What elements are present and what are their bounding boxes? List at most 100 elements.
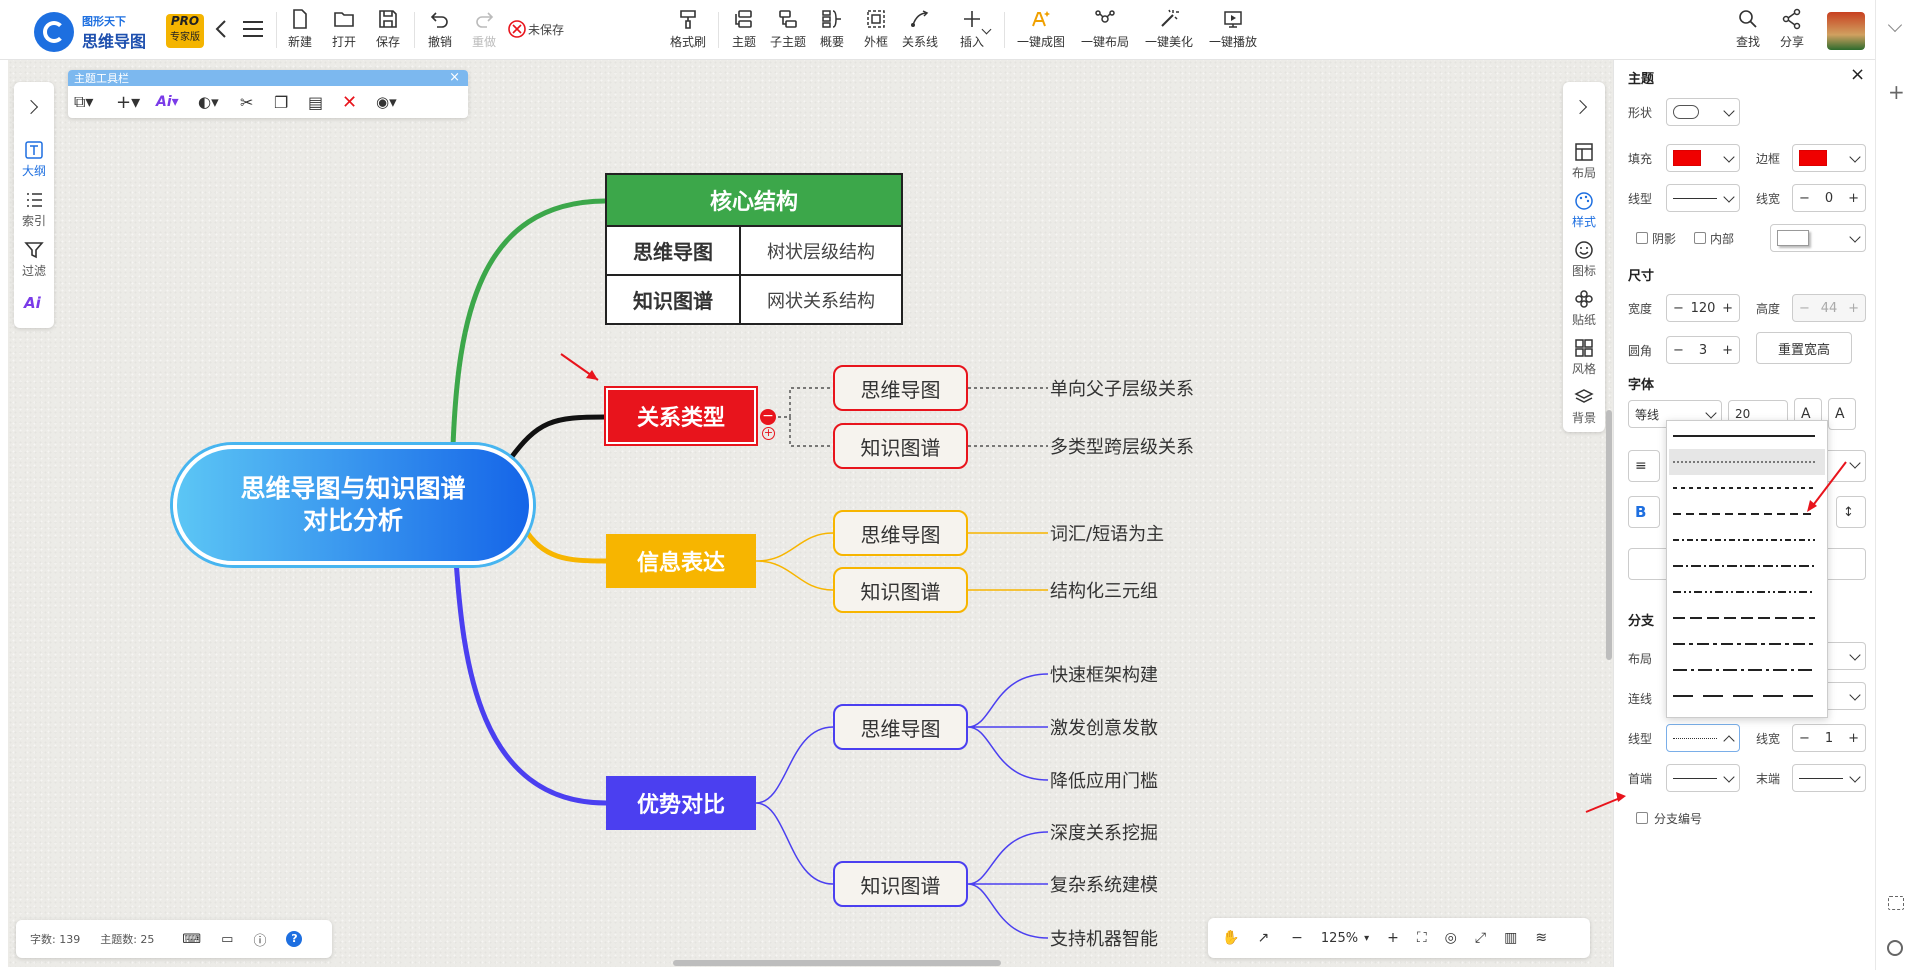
- one-click-generate-button[interactable]: 一键成图: [1014, 8, 1068, 54]
- hand-icon[interactable]: ✋: [1222, 930, 1239, 946]
- summary-button[interactable]: 概要: [816, 8, 848, 54]
- ai-icon[interactable]: Ai▾: [156, 94, 198, 110]
- copy-style-icon[interactable]: ⧉▾: [74, 92, 116, 112]
- outline-tab[interactable]: 大纲: [14, 140, 54, 179]
- eye-icon[interactable]: ◉▾: [376, 93, 416, 111]
- ai-assistant-icon[interactable]: Ai: [24, 294, 41, 312]
- border-color-select[interactable]: [1792, 144, 1866, 172]
- scissors-icon[interactable]: ✂: [240, 93, 274, 112]
- leaf-topic[interactable]: 单向父子层级关系: [1050, 375, 1194, 401]
- add-icon[interactable]: +▾: [116, 92, 156, 113]
- one-click-layout-button[interactable]: 一键布局: [1078, 8, 1132, 54]
- screenshot-icon[interactable]: [1888, 896, 1904, 910]
- subtopic-button[interactable]: 子主题: [768, 8, 808, 54]
- layout-tab[interactable]: 布局: [1564, 142, 1604, 181]
- sticker-tab[interactable]: 贴纸: [1564, 289, 1604, 328]
- frame-button[interactable]: 外框: [860, 8, 892, 54]
- close-icon[interactable]: ×: [1850, 64, 1865, 85]
- leaf-topic[interactable]: 降低应用门槛: [1050, 767, 1158, 793]
- table-cell: 树状层级结构: [739, 225, 903, 276]
- palette-icon[interactable]: ◐▾: [198, 93, 240, 111]
- back-icon[interactable]: [214, 18, 230, 40]
- outline-view-icon[interactable]: ▭: [221, 932, 233, 947]
- find-button[interactable]: 查找: [1732, 8, 1764, 54]
- horizontal-scrollbar[interactable]: [673, 960, 1001, 966]
- share-button[interactable]: 分享: [1776, 8, 1808, 54]
- keyboard-icon[interactable]: ⌨: [182, 932, 201, 947]
- border-line-type-select[interactable]: [1666, 184, 1740, 212]
- shadow-checkbox[interactable]: [1636, 232, 1648, 244]
- branch-advantage-comparison[interactable]: 优势对比: [606, 776, 756, 830]
- open-button[interactable]: 打开: [328, 8, 360, 54]
- filter-tab[interactable]: 过滤: [14, 240, 54, 279]
- leaf-topic[interactable]: 多类型跨层级关系: [1050, 433, 1194, 459]
- branch-info-expression[interactable]: 信息表达: [606, 534, 756, 588]
- leaf-topic[interactable]: 支持机器智能: [1050, 925, 1158, 951]
- border-width-stepper[interactable]: −0 +: [1792, 184, 1866, 212]
- leaf-topic[interactable]: 复杂系统建模: [1050, 871, 1158, 897]
- save-button[interactable]: 保存: [372, 8, 404, 54]
- new-button[interactable]: 新建: [284, 8, 316, 54]
- avatar[interactable]: [1827, 12, 1865, 50]
- help-icon[interactable]: ?: [286, 931, 303, 947]
- copy-icon[interactable]: ❐: [274, 93, 308, 112]
- layout-panel-icon: [1575, 143, 1593, 161]
- close-icon[interactable]: ×: [449, 70, 460, 85]
- word-count: 字数: 139: [30, 933, 81, 946]
- undo-button[interactable]: 撤销: [424, 8, 456, 54]
- leaf-topic[interactable]: 结构化三元组: [1050, 577, 1158, 603]
- delete-icon[interactable]: ✕: [342, 92, 376, 113]
- subtopic-mindmap[interactable]: 思维导图: [833, 510, 968, 556]
- subtopic-mindmap[interactable]: 思维导图: [833, 704, 968, 750]
- one-click-beautify-button[interactable]: 一键美化: [1142, 8, 1196, 54]
- subtopic-knowledge-graph[interactable]: 知识图谱: [833, 861, 968, 907]
- zoom-dropdown-icon[interactable]: ▾: [1364, 933, 1369, 944]
- relation-line-button[interactable]: 关系线: [900, 8, 940, 54]
- pro-badge: PRO 专家版: [166, 14, 204, 48]
- icon-tab[interactable]: 图标: [1564, 240, 1604, 279]
- settings-icon[interactable]: [1887, 940, 1903, 956]
- fill-color-select[interactable]: [1666, 144, 1740, 172]
- scroll-chevron-icon[interactable]: [1887, 17, 1903, 33]
- subtopic-knowledge-graph[interactable]: 知识图谱: [833, 423, 968, 469]
- add-child-icon[interactable]: +: [762, 427, 775, 440]
- shape-select[interactable]: [1666, 98, 1740, 126]
- leaf-topic[interactable]: 快速框架构建: [1050, 661, 1158, 687]
- fit-screen-icon[interactable]: ⛶: [1417, 930, 1427, 946]
- paste-icon[interactable]: ▤: [308, 93, 342, 112]
- fullscreen-icon[interactable]: ⤢: [1475, 930, 1486, 946]
- subtopic-knowledge-graph[interactable]: 知识图谱: [833, 567, 968, 613]
- height-stepper[interactable]: −44 +: [1792, 294, 1866, 322]
- leaf-topic[interactable]: 词汇/短语为主: [1050, 520, 1164, 546]
- format-brush-button[interactable]: 格式刷: [668, 8, 708, 54]
- index-tab[interactable]: 索引: [14, 190, 54, 229]
- info-icon[interactable]: ⓘ: [253, 930, 266, 949]
- root-topic[interactable]: 思维导图与知识图谱 对比分析: [173, 445, 533, 565]
- mindmap-canvas[interactable]: 主题工具栏 × ⧉▾ +▾ Ai▾ ◐▾ ✂ ❐ ▤ ✕ ◉▾ 大纲 索引 过滤…: [8, 60, 1613, 967]
- redo-button[interactable]: 重做: [468, 8, 500, 54]
- style-tab[interactable]: 样式: [1564, 191, 1604, 230]
- branch-relation-type[interactable]: 关系类型: [606, 388, 756, 444]
- add-icon[interactable]: +: [1888, 80, 1905, 104]
- zoom-level[interactable]: 125%: [1321, 931, 1358, 946]
- subtopic-mindmap[interactable]: 思维导图: [833, 365, 968, 411]
- collapse-chevron-icon[interactable]: [1572, 99, 1588, 115]
- zoom-in-button[interactable]: +: [1387, 930, 1399, 946]
- width-stepper[interactable]: −120 +: [1666, 294, 1740, 322]
- connector-icon[interactable]: ↗: [1257, 930, 1269, 946]
- topic-toolbar-header[interactable]: 主题工具栏 ×: [68, 70, 468, 86]
- leaf-topic[interactable]: 深度关系挖掘: [1050, 819, 1158, 845]
- expand-chevron-icon[interactable]: [23, 99, 39, 115]
- collapse-toggle-icon[interactable]: −: [760, 409, 776, 425]
- center-icon[interactable]: ◎: [1445, 930, 1457, 946]
- layers-icon[interactable]: ≋: [1535, 930, 1547, 946]
- one-click-play-button[interactable]: 一键播放: [1206, 8, 1260, 54]
- inner-checkbox[interactable]: [1694, 232, 1706, 244]
- topic-button[interactable]: 主题: [728, 8, 760, 54]
- shadow-style-select[interactable]: [1770, 224, 1866, 252]
- menu-icon[interactable]: [242, 20, 264, 38]
- map-icon[interactable]: ▥: [1504, 930, 1517, 946]
- leaf-topic[interactable]: 激发创意发散: [1050, 714, 1158, 740]
- zoom-out-button[interactable]: −: [1291, 930, 1303, 946]
- core-structure-table[interactable]: 核心结构 思维导图 树状层级结构 知识图谱 网状关系结构: [605, 173, 903, 325]
